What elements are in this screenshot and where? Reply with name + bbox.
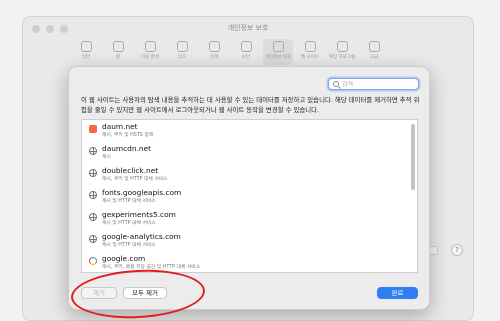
tab-search[interactable]: 검색: [199, 39, 229, 65]
site-name: daumcdn.net: [102, 144, 152, 153]
hand-icon: [272, 41, 284, 52]
google-icon: [89, 257, 97, 265]
tab-extensions[interactable]: 확장 프로그램: [327, 39, 357, 65]
done-button[interactable]: 완료: [377, 287, 418, 299]
window-title: 개인정보 보호: [227, 24, 269, 32]
globe-icon: [304, 41, 316, 52]
tab-privacy[interactable]: 개인정보 보호: [263, 39, 293, 65]
tab-websites[interactable]: 웹 사이트: [295, 39, 325, 65]
website-list[interactable]: daum.net 캐시, 쿠키 및 HSTS 정책 daumcdn.net 캐시…: [81, 119, 418, 273]
list-item-google-analytics[interactable]: google-analytics.com 캐시 및 HTTP 대체 서비스: [82, 230, 417, 252]
globe-icon: [89, 213, 97, 221]
list-item-daum[interactable]: daum.net 캐시, 쿠키 및 HSTS 정책: [82, 120, 417, 142]
search-input[interactable]: [342, 80, 412, 88]
scrollbar[interactable]: [411, 124, 415, 270]
site-name: daum.net: [102, 122, 138, 131]
daum-icon: [89, 125, 97, 133]
pencil-icon: [144, 41, 156, 52]
scrollbar-thumb[interactable]: [411, 124, 415, 190]
site-name: doubleclick.net: [102, 166, 159, 175]
tab-general[interactable]: 일반: [71, 39, 101, 65]
description-text: 이 웹 사이트는 사용자의 탐색 내용을 추적하는 데 사용할 수 있는 데이터…: [81, 96, 420, 114]
tab-advanced[interactable]: 고급: [359, 39, 389, 65]
site-detail: 캐시: [102, 155, 111, 160]
tab-tabs[interactable]: 탭: [103, 39, 133, 65]
gear-icon: [80, 41, 92, 52]
site-name: gexperiments5.com: [102, 210, 176, 219]
globe-icon: [89, 235, 97, 243]
list-item-doubleclick[interactable]: doubleclick.net 캐시, 쿠키 및 HTTP 대체 서비스: [82, 164, 417, 186]
site-detail: 캐시 및 HTTP 대체 서비스: [102, 221, 156, 226]
site-detail: 캐시 및 HTTP 대체 서비스: [102, 199, 156, 204]
site-name: google.com: [102, 254, 146, 263]
list-item-daumcdn[interactable]: daumcdn.net 캐시: [82, 142, 417, 164]
help-button[interactable]: ?: [451, 244, 463, 256]
advanced-gears-icon: [368, 41, 380, 52]
search-icon: [208, 41, 220, 52]
globe-icon: [89, 147, 97, 155]
puzzle-icon: [336, 41, 348, 52]
site-name: fonts.googleapis.com: [102, 188, 182, 197]
list-item-fonts-googleapis[interactable]: fonts.googleapis.com 캐시 및 HTTP 대체 서비스: [82, 186, 417, 208]
site-name: google-analytics.com: [102, 232, 181, 241]
tabs-icon: [112, 41, 124, 52]
preferences-toolbar: 일반 탭 자동 완성 암호 검색 보안 개인정보 보호 웹 사이트 확장 프로그…: [71, 39, 389, 65]
window-titlebar: 개인정보 보호 일반 탭 자동 완성 암호 검색 보안 개인정보 보호 웹 사이…: [23, 17, 473, 69]
search-icon: [333, 81, 339, 87]
key-icon: [176, 41, 188, 52]
tab-security[interactable]: 보안: [231, 39, 261, 65]
site-detail: 캐시 및 HTTP 대체 서비스: [102, 243, 156, 248]
tab-passwords[interactable]: 암호: [167, 39, 197, 65]
search-field[interactable]: [328, 78, 419, 90]
globe-icon: [89, 169, 97, 177]
site-detail: 캐시, 쿠키 및 HTTP 대체 서비스: [102, 177, 168, 182]
tab-autofill[interactable]: 자동 완성: [135, 39, 165, 65]
list-item-gexperiments5[interactable]: gexperiments5.com 캐시 및 HTTP 대체 서비스: [82, 208, 417, 230]
site-detail: 캐시, 쿠키 및 HSTS 정책: [102, 133, 154, 138]
globe-icon: [89, 191, 97, 199]
lock-icon: [240, 41, 252, 52]
